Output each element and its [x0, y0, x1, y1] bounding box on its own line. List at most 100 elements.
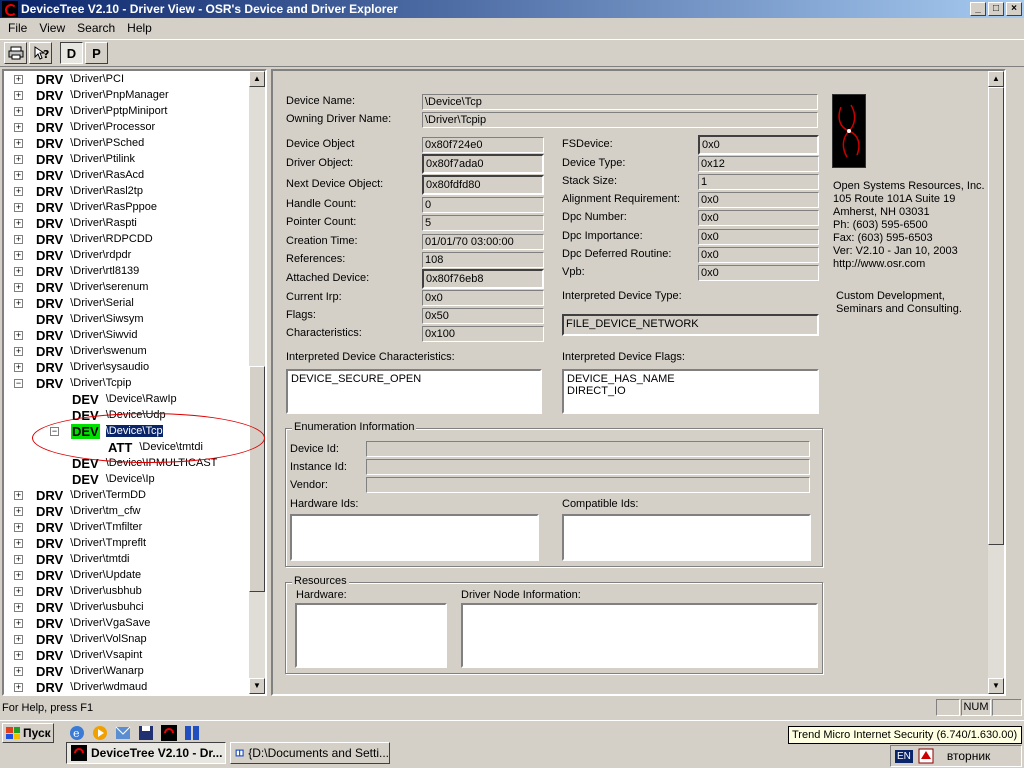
tree-node[interactable]: + DRV \Driver\Vsapint [14, 647, 142, 663]
tree-expand-icon[interactable]: + [14, 154, 23, 164]
tree-expand-icon[interactable]: + [14, 362, 23, 372]
tree-expand-icon[interactable]: + [14, 538, 23, 548]
tree-expand-icon[interactable]: + [14, 122, 23, 132]
tree-expand-icon[interactable]: + [14, 570, 23, 580]
tree-expand-icon[interactable]: + [14, 170, 23, 180]
tree-expand-icon[interactable]: + [14, 202, 23, 212]
tree-collapse-icon[interactable]: − [14, 378, 23, 388]
tree-node[interactable]: + DRV \Driver\Rasl2tp [14, 183, 143, 199]
tree-node[interactable]: − DEV \Device\Tcp [50, 423, 163, 439]
tree-node[interactable]: + DRV \Driver\TermDD [14, 487, 146, 503]
menu-help[interactable]: Help [121, 21, 158, 35]
tree-node[interactable]: + DRV \Driver\Processor [14, 119, 155, 135]
tree-node[interactable]: + DRV \Driver\rtl8139 [14, 263, 139, 279]
tree-expand-icon[interactable]: + [14, 138, 23, 148]
osr-url[interactable]: http://www.osr.com [833, 258, 925, 270]
tree-node[interactable]: + DRV \Driver\Wanarp [14, 663, 144, 679]
details-scroll-up-arrow-icon[interactable]: ▲ [988, 71, 1004, 87]
tree-expand-icon[interactable]: + [14, 346, 23, 356]
tree-expand-icon[interactable]: + [14, 282, 23, 292]
tree-node[interactable]: + DRV \Driver\Ptilink [14, 151, 135, 167]
ie-icon[interactable]: e [68, 724, 86, 742]
tree-node[interactable]: ATT \Device\tmtdi [86, 439, 203, 455]
menu-search[interactable]: Search [71, 21, 121, 35]
tree-expand-icon[interactable]: + [14, 634, 23, 644]
tree-expand-icon[interactable]: + [14, 682, 23, 692]
tree-node[interactable]: DEV \Device\Ip [50, 471, 155, 487]
tree-node[interactable]: DRV \Driver\Siwsym [14, 311, 144, 327]
maximize-button[interactable]: □ [988, 2, 1004, 16]
scroll-up-arrow-icon[interactable]: ▲ [249, 71, 265, 87]
minimize-button[interactable]: _ [970, 2, 986, 16]
tree-node[interactable]: + DRV \Driver\Tmpreflt [14, 535, 146, 551]
print-button[interactable] [4, 42, 27, 64]
tree-node[interactable]: + DRV \Driver\PCI [14, 71, 124, 87]
total-commander-icon[interactable] [183, 724, 201, 742]
tree-expand-icon[interactable]: + [14, 330, 23, 340]
tree-node[interactable]: + DRV \Driver\Siwvid [14, 327, 137, 343]
tree-expand-icon[interactable]: + [14, 554, 23, 564]
tree-expand-icon[interactable]: + [14, 186, 23, 196]
tree-expand-icon[interactable]: + [14, 218, 23, 228]
tree-node[interactable]: + DRV \Driver\Update [14, 567, 141, 583]
menu-file[interactable]: File [2, 21, 33, 35]
scroll-thumb[interactable] [249, 366, 265, 592]
pnp-view-button[interactable]: P [85, 42, 108, 64]
tree-node[interactable]: + DRV \Driver\RasAcd [14, 167, 144, 183]
tree-expand-icon[interactable]: + [14, 266, 23, 276]
driver-view-button[interactable]: D [60, 42, 83, 64]
device-field-value[interactable]: 0x0 [698, 135, 819, 155]
tree-node[interactable]: + DRV \Driver\RasPppoe [14, 199, 157, 215]
task-devicetree[interactable]: DeviceTree V2.10 - Dr... [66, 742, 226, 764]
tree-node[interactable]: + DRV \Driver\Serial [14, 295, 134, 311]
tree-expand-icon[interactable]: + [14, 298, 23, 308]
tree-expand-icon[interactable]: + [14, 90, 23, 100]
tree-expand-icon[interactable]: + [14, 650, 23, 660]
tree-node[interactable]: + DRV \Driver\PnpManager [14, 87, 169, 103]
tree-node[interactable]: DEV \Device\IPMULTICAST [50, 455, 217, 471]
save-disk-icon[interactable] [137, 724, 155, 742]
tree-expand-icon[interactable]: + [14, 586, 23, 596]
tree-node[interactable]: + DRV \Driver\serenum [14, 279, 148, 295]
task-explorer-folder[interactable]: {D:\Documents and Setti... [230, 742, 390, 764]
details-scrollbar[interactable]: ▲ ▼ [988, 71, 1004, 694]
tree-expand-icon[interactable]: + [14, 250, 23, 260]
device-field-value[interactable]: 0x80fdfd80 [422, 175, 544, 195]
tree-node[interactable]: + DRV \Driver\tmtdi [14, 551, 130, 567]
tree-node[interactable]: + DRV \Driver\PSched [14, 135, 144, 151]
details-scroll-down-arrow-icon[interactable]: ▼ [988, 678, 1004, 694]
tree-node[interactable]: + DRV \Driver\VolSnap [14, 631, 147, 647]
tree-node[interactable]: + DRV \Driver\usbuhci [14, 599, 144, 615]
app-icon[interactable] [2, 1, 18, 17]
tree-expand-icon[interactable]: + [14, 602, 23, 612]
devicetree-quicklaunch-icon[interactable] [160, 724, 178, 742]
tree-expand-icon[interactable]: + [14, 522, 23, 532]
tree-node[interactable]: DEV \Device\RawIp [50, 391, 177, 407]
tree-node[interactable]: + DRV \Driver\PptpMiniport [14, 103, 167, 119]
tree-node[interactable]: − DRV \Driver\Tcpip [14, 375, 131, 391]
tree-node[interactable]: + DRV \Driver\Raspti [14, 215, 137, 231]
tree-node[interactable]: + DRV \Driver\rdpdr [14, 247, 131, 263]
details-scroll-thumb[interactable] [988, 87, 1004, 545]
tree-node[interactable]: + DRV \Driver\RDPCDD [14, 231, 153, 247]
hardware-box[interactable] [295, 603, 447, 668]
tree-expand-icon[interactable]: + [14, 506, 23, 516]
help-context-button[interactable]: ? [29, 42, 52, 64]
start-button[interactable]: Пуск [2, 723, 54, 743]
device-field-value[interactable]: 0x80f7ada0 [422, 154, 544, 174]
tree-expand-icon[interactable]: + [14, 106, 23, 116]
tree-node[interactable]: + DRV \Driver\usbhub [14, 583, 142, 599]
menu-view[interactable]: View [33, 21, 71, 35]
tree-expand-icon[interactable]: + [14, 618, 23, 628]
taskbar-clock[interactable]: вторник [947, 749, 990, 763]
scroll-down-arrow-icon[interactable]: ▼ [249, 678, 265, 694]
tree-scrollbar[interactable]: ▲ ▼ [249, 71, 265, 694]
driver-node-box[interactable] [461, 603, 818, 668]
compatible-ids-box[interactable] [562, 514, 811, 561]
device-field-value[interactable]: 0x80f76eb8 [422, 269, 544, 289]
tree-node[interactable]: + DRV \Driver\wdmaud [14, 679, 147, 694]
driver-tree[interactable]: + DRV \Driver\PCI + DRV \Driver\PnpManager + DR… [2, 69, 267, 696]
tree-node[interactable]: + DRV \Driver\VgaSave [14, 615, 150, 631]
tree-node[interactable]: + DRV \Driver\sysaudio [14, 359, 149, 375]
tree-expand-icon[interactable]: + [14, 234, 23, 244]
